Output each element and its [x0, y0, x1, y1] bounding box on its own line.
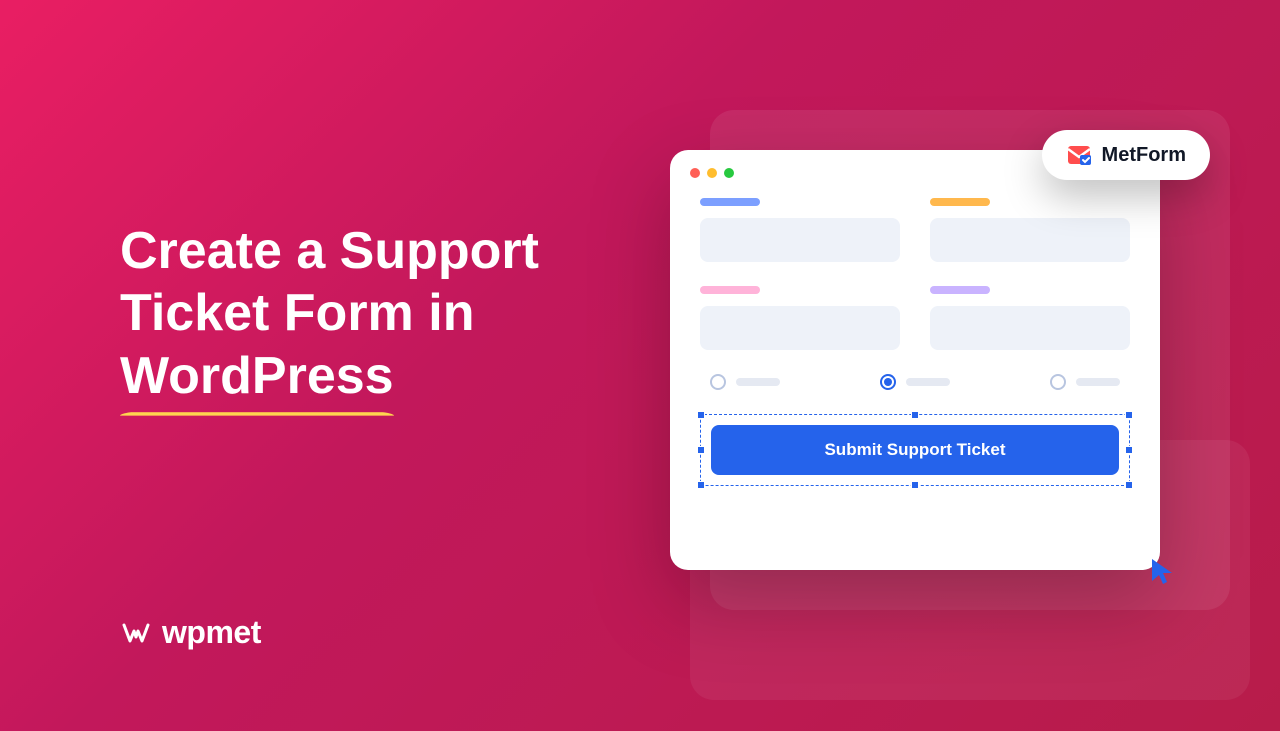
- product-badge-label: MetForm: [1102, 144, 1186, 167]
- radio-icon-checked: [880, 374, 896, 390]
- selection-handle: [1125, 481, 1133, 489]
- wpmet-icon: [120, 617, 152, 649]
- field-label-placeholder: [700, 198, 760, 206]
- submit-button-selected: Submit Support Ticket: [700, 414, 1130, 486]
- radio-option-2: [880, 374, 950, 390]
- headline-line-1: Create a Support: [120, 222, 539, 280]
- selection-handle: [697, 411, 705, 419]
- radio-option-1: [710, 374, 780, 390]
- field-label-placeholder: [930, 286, 990, 294]
- window-close-dot: [690, 168, 700, 178]
- selection-handle: [697, 481, 705, 489]
- text-input-placeholder: [930, 306, 1130, 350]
- form-field-4: [930, 286, 1130, 350]
- form-field-1: [700, 198, 900, 262]
- selection-handle: [697, 446, 705, 454]
- text-input-placeholder: [700, 306, 900, 350]
- window-minimize-dot: [707, 168, 717, 178]
- hero-text: Create a Support Ticket Form in WordPres…: [120, 220, 539, 407]
- browser-mockup: Submit Support Ticket: [670, 150, 1160, 570]
- radio-label-placeholder: [736, 378, 780, 386]
- brand-name: wpmet: [162, 614, 261, 651]
- form-field-3: [700, 286, 900, 350]
- metform-icon: [1066, 142, 1092, 168]
- selection-handle: [1125, 411, 1133, 419]
- submit-button[interactable]: Submit Support Ticket: [711, 425, 1119, 475]
- headline-highlight: WordPress: [120, 345, 394, 407]
- radio-label-placeholder: [1076, 378, 1120, 386]
- window-maximize-dot: [724, 168, 734, 178]
- selection-handle: [911, 411, 919, 419]
- radio-icon: [710, 374, 726, 390]
- form-fields-grid: [670, 188, 1160, 350]
- text-input-placeholder: [930, 218, 1130, 262]
- radio-group: [670, 350, 1160, 390]
- product-badge: MetForm: [1042, 130, 1210, 180]
- text-input-placeholder: [700, 218, 900, 262]
- field-label-placeholder: [930, 198, 990, 206]
- cursor-icon: [1148, 555, 1180, 587]
- radio-option-3: [1050, 374, 1120, 390]
- headline: Create a Support Ticket Form in WordPres…: [120, 220, 539, 407]
- form-field-2: [930, 198, 1130, 262]
- selection-handle: [911, 481, 919, 489]
- radio-icon: [1050, 374, 1066, 390]
- radio-label-placeholder: [906, 378, 950, 386]
- selection-handle: [1125, 446, 1133, 454]
- brand-logo: wpmet: [120, 614, 261, 651]
- field-label-placeholder: [700, 286, 760, 294]
- headline-line-2: Ticket Form in: [120, 284, 474, 342]
